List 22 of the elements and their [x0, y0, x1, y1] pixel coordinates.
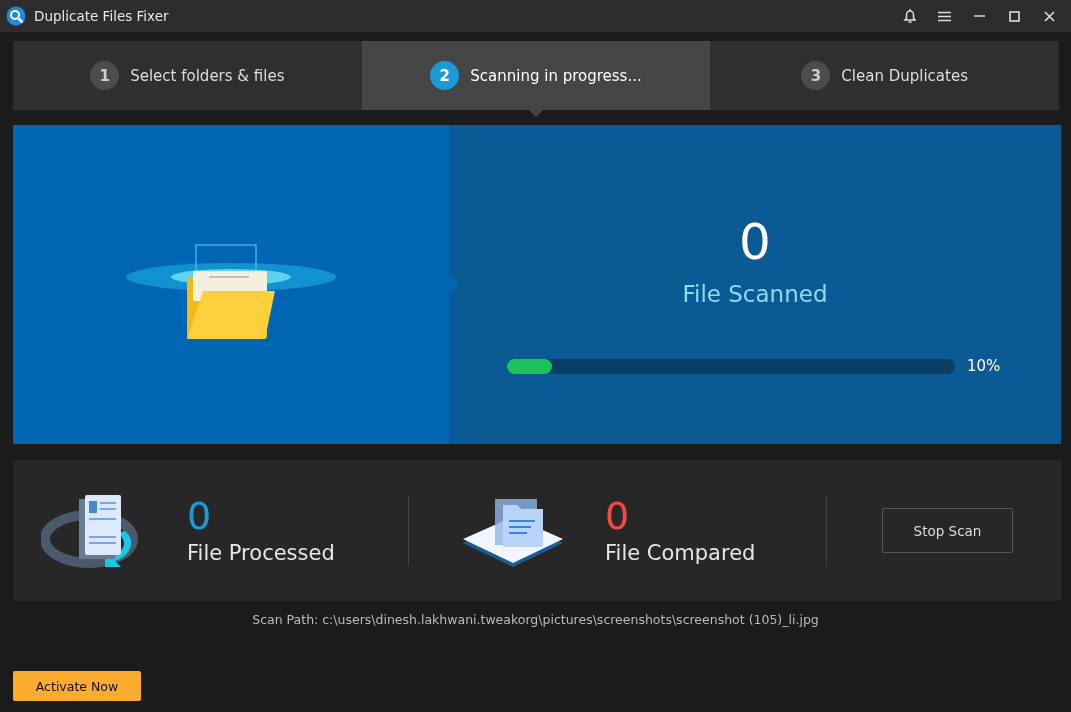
stop-scan-button[interactable]: Stop Scan [882, 508, 1013, 553]
stat-label: File Compared [605, 540, 756, 565]
stat-value: 0 [605, 496, 631, 535]
scan-path: Scan Path: c:\users\dinesh.lakhwani.tweakorg\pictures\screenshots\screenshot (105)_li.jpg [251, 612, 820, 627]
activate-now-button[interactable]: Activate Now [13, 671, 141, 701]
step-number: 1 [90, 61, 120, 90]
step-number: 3 [801, 61, 831, 90]
window-title: Duplicate Files Fixer [34, 8, 170, 24]
menu-icon[interactable] [938, 10, 951, 22]
close-icon[interactable] [1044, 10, 1055, 22]
step-tab[interactable]: 3 Clean Duplicates [710, 41, 1059, 110]
stat-label: File Processed [187, 540, 335, 565]
app-logo-icon [6, 6, 26, 26]
stat-value: 0 [187, 496, 213, 535]
progress-percent: 10% [967, 357, 1002, 375]
bell-icon[interactable] [902, 8, 917, 24]
maximize-icon[interactable] [1009, 10, 1020, 22]
scanned-label: File Scanned [682, 281, 828, 307]
step-tab[interactable]: 1 Select folders & files [13, 41, 362, 110]
scanned-count: 0 [739, 217, 771, 267]
step-number: 2 [430, 61, 460, 90]
pointer-icon [529, 110, 543, 117]
